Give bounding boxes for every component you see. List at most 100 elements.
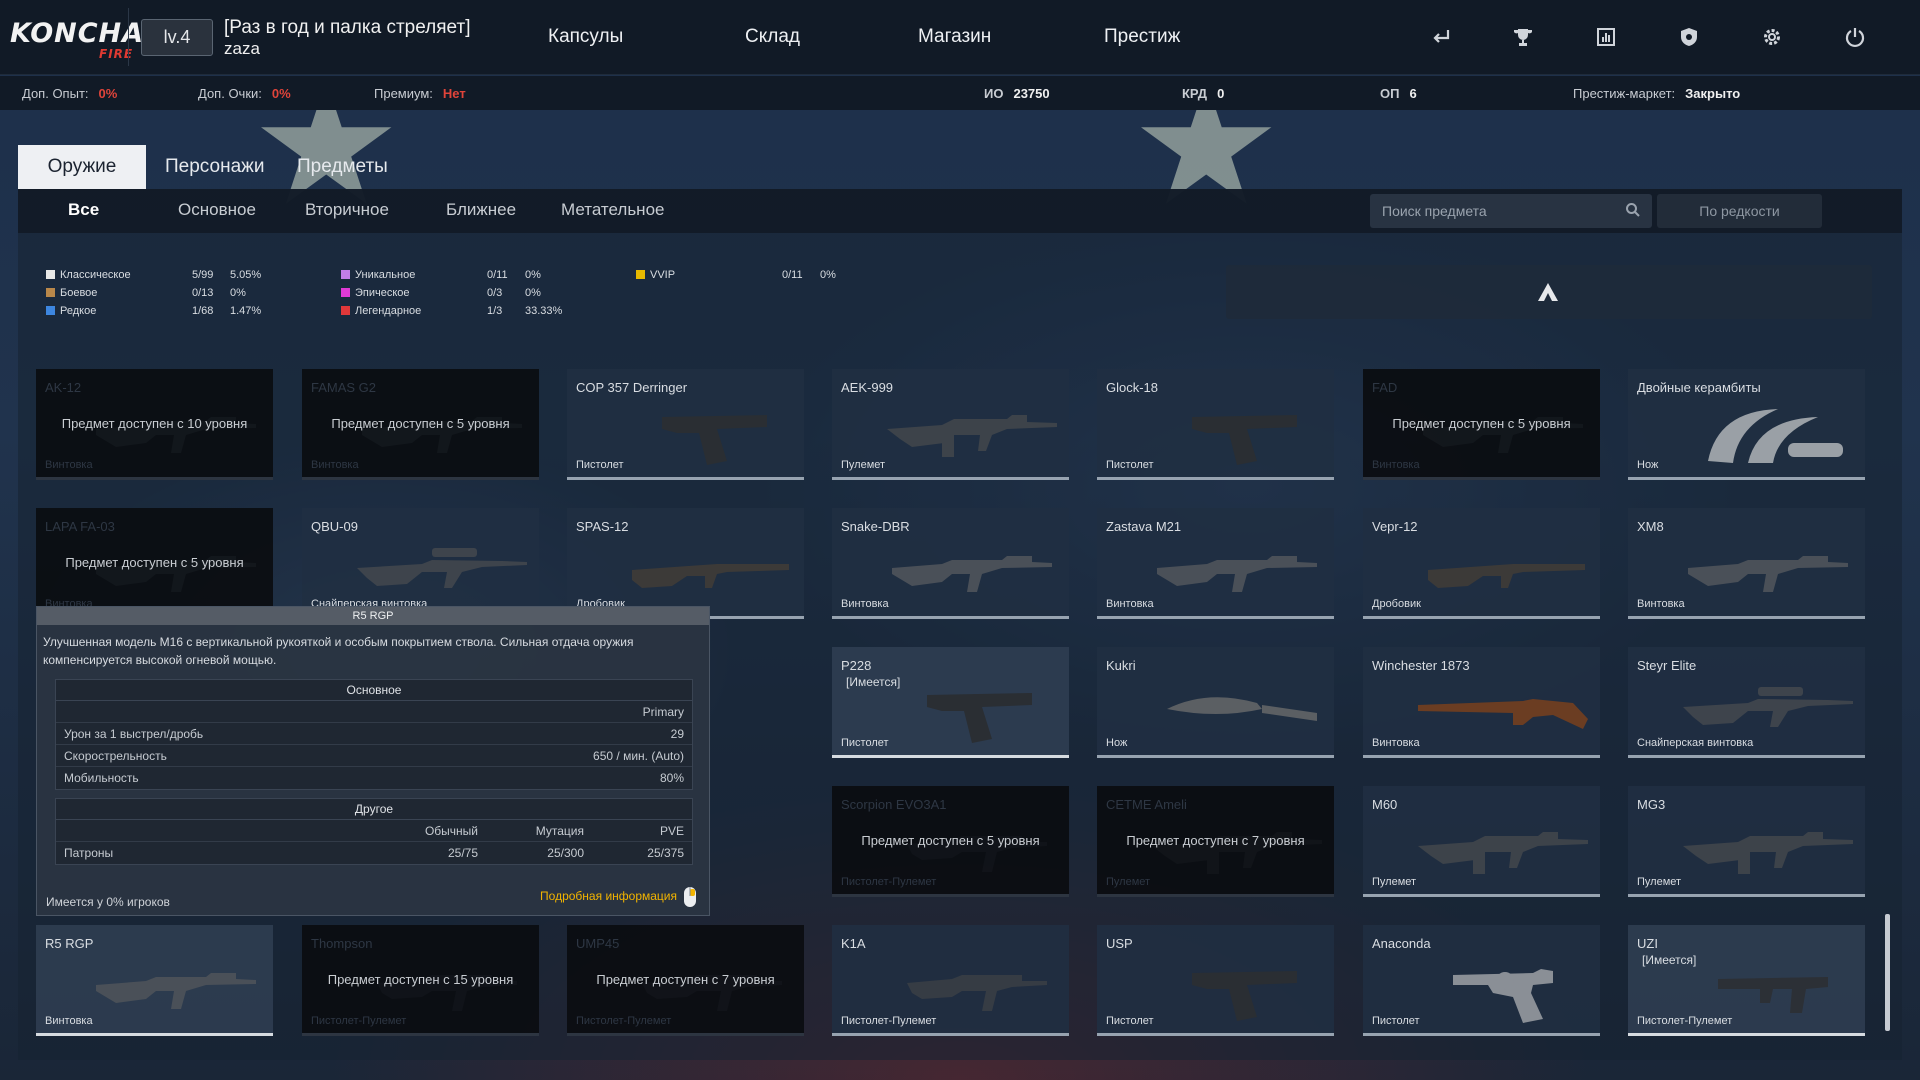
owned-label: [Имеется] <box>846 675 901 689</box>
item-name: Двойные керамбиты <box>1637 380 1761 395</box>
item-type: Пистолет <box>841 737 889 749</box>
item-type: Винтовка <box>311 459 359 471</box>
item-card[interactable]: Двойные керамбиты Нож <box>1628 369 1865 480</box>
weapon-image <box>96 556 256 592</box>
clan-name[interactable]: [Раз в год и палка стреляет] <box>224 17 470 39</box>
item-type: Пулемет <box>1106 876 1151 888</box>
item-type: Нож <box>1106 737 1128 749</box>
sort-dropdown[interactable]: По редкости <box>1657 194 1822 228</box>
lock-message: Предмет доступен с 5 уровня <box>1392 416 1571 431</box>
item-name: Winchester 1873 <box>1372 658 1470 673</box>
promo-banner[interactable] <box>1226 265 1872 319</box>
search-input[interactable]: Поиск предмета <box>1370 194 1652 228</box>
weapon-image <box>887 415 1057 457</box>
item-type: Пистолет <box>576 459 624 471</box>
item-type: Пистолет <box>1106 459 1154 471</box>
item-card[interactable]: M60 Пулемет <box>1363 786 1600 897</box>
search-icon[interactable] <box>1624 201 1642 219</box>
subtab-throwable[interactable]: Метательное <box>561 200 664 220</box>
item-card[interactable]: R5 RGP Винтовка <box>36 925 273 1036</box>
subtab-melee[interactable]: Ближнее <box>446 200 516 220</box>
stat-exp: Доп. Опыт: 0% <box>22 86 118 101</box>
stat-op: ОП 6 <box>1380 86 1417 101</box>
item-card[interactable]: COP 357 Derringer Пистолет <box>567 369 804 480</box>
tab-characters[interactable]: Персонажи <box>165 145 264 189</box>
item-name: UMP45 <box>576 936 620 951</box>
rarity-epic: Эпическое 0/3 0% <box>341 287 541 299</box>
item-card[interactable]: UZI [Имеется] Пистолет-Пулемет <box>1628 925 1865 1036</box>
item-card[interactable]: Kukri Нож <box>1097 647 1334 758</box>
stat-prestige-market: Престиж-маркет: Закрыто <box>1573 86 1741 101</box>
item-card[interactable]: Winchester 1873 Винтовка <box>1363 647 1600 758</box>
stats-icon[interactable] <box>1591 22 1621 52</box>
item-card[interactable]: LAPA FA-03 Винтовка Предмет доступен с 5 у… <box>36 508 273 619</box>
item-name: FAMAS G2 <box>311 380 377 395</box>
power-icon[interactable] <box>1840 22 1870 52</box>
rarity-vvip: VVIP 0/11 0% <box>636 269 836 281</box>
item-card[interactable]: AEK-999 Пулемет <box>832 369 1069 480</box>
item-card[interactable]: Zastava M21 Винтовка <box>1097 508 1334 619</box>
item-type: Снайперская винтовка <box>1637 737 1754 749</box>
rarity-classic: Классическое 5/99 5.05% <box>46 269 261 281</box>
trophy-icon[interactable] <box>1508 22 1538 52</box>
item-card[interactable]: FAMAS G2 Винтовка Предмет доступен с 5 уро… <box>302 369 539 480</box>
weapon-image <box>1418 832 1588 874</box>
tab-items[interactable]: Предметы <box>297 145 388 189</box>
item-card[interactable]: XM8 Винтовка <box>1628 508 1865 619</box>
item-card[interactable]: Thompson Пистолет-Пулемет Предмет доступен… <box>302 925 539 1036</box>
item-type: Винтовка <box>841 598 889 610</box>
item-card[interactable]: FAD Винтовка Предмет доступен с 5 уровня <box>1363 369 1600 480</box>
item-card[interactable]: Steyr Elite Снайперская винтовка <box>1628 647 1865 758</box>
item-card[interactable]: Vepr-12 Дробовик <box>1363 508 1600 619</box>
weapon-image <box>927 693 1032 743</box>
gear-icon[interactable] <box>1757 22 1787 52</box>
subtab-secondary[interactable]: Вторичное <box>305 200 389 220</box>
item-card[interactable]: Anaconda Пистолет <box>1363 925 1600 1036</box>
item-card[interactable]: SPAS-12 Дробовик <box>567 508 804 619</box>
nav-storage[interactable]: Склад <box>745 26 800 48</box>
logo: KONCHA <box>10 18 145 49</box>
item-card[interactable]: Glock-18 Пистолет <box>1097 369 1334 480</box>
rarity-legendary: Легендарное 1/3 33.33% <box>341 305 562 317</box>
weapon-image <box>362 417 522 453</box>
item-card[interactable]: QBU-09 Снайперская винтовка <box>302 508 539 619</box>
tab-weapons[interactable]: Оружие <box>18 145 146 189</box>
item-type: Пулемет <box>1637 876 1682 888</box>
item-card[interactable]: Scorpion EVO3A1 Пистолет-Пулемет Предмет д… <box>832 786 1069 897</box>
weapon-image <box>1418 699 1588 729</box>
nav-shop[interactable]: Магазин <box>918 26 991 48</box>
item-card[interactable]: CETME Ameli Пулемет Предмет доступен с 7 у… <box>1097 786 1334 897</box>
subtab-all[interactable]: Все <box>68 200 99 220</box>
item-card[interactable]: USP Пистолет <box>1097 925 1334 1036</box>
item-type: Пистолет-Пулемет <box>841 876 937 888</box>
nav-prestige[interactable]: Престиж <box>1104 26 1180 48</box>
item-name: UZI <box>1637 936 1658 951</box>
item-card[interactable]: Snake-DBR Винтовка <box>832 508 1069 619</box>
item-type: Винтовка <box>1637 598 1685 610</box>
item-card[interactable]: K1A Пистолет-Пулемет <box>832 925 1069 1036</box>
exit-icon[interactable] <box>1426 22 1456 52</box>
item-name: Anaconda <box>1372 936 1431 951</box>
item-name: MG3 <box>1637 797 1666 812</box>
rarity-rare: Редкое 1/68 1.47% <box>46 305 261 317</box>
item-type: Пистолет <box>1372 1015 1420 1027</box>
item-name: QBU-09 <box>311 519 358 534</box>
item-card[interactable]: P228 [Имеется] Пистолет <box>832 647 1069 758</box>
subtab-primary[interactable]: Основное <box>178 200 256 220</box>
scrollbar[interactable] <box>1885 914 1890 1031</box>
item-name: FAD <box>1372 380 1398 395</box>
top-bar: KONCHA FIRE lv.4 [Раз в год и палка стре… <box>0 0 1920 75</box>
item-type: Винтовка <box>1372 459 1420 471</box>
item-card[interactable]: UMP45 Пистолет-Пулемет Предмет доступен с … <box>567 925 804 1036</box>
search-placeholder: Поиск предмета <box>1382 203 1487 219</box>
item-card[interactable]: MG3 Пулемет <box>1628 786 1865 897</box>
item-card[interactable]: AK-12 Винтовка Предмет доступен с 10 уровн… <box>36 369 273 480</box>
player-nickname[interactable]: zaza <box>224 39 260 59</box>
nav-capsules[interactable]: Капсулы <box>548 26 623 48</box>
a-logo-icon <box>1538 283 1558 301</box>
item-name: AEK-999 <box>841 380 894 395</box>
item-type: Пистолет-Пулемет <box>311 1015 407 1027</box>
weapon-image <box>632 564 789 588</box>
details-link[interactable]: Подробная информация <box>540 889 677 903</box>
shield-icon[interactable] <box>1674 22 1704 52</box>
